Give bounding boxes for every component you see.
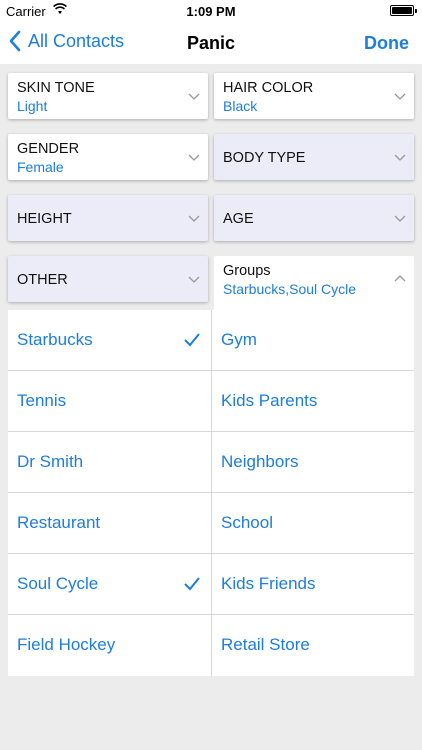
group-item-label: Soul Cycle xyxy=(17,574,99,593)
checkmark-icon xyxy=(184,333,200,347)
chevron-down-icon xyxy=(394,93,406,100)
group-item-gym[interactable]: Gym xyxy=(212,310,414,371)
skin-tone-dropdown[interactable]: SKIN TONE Light xyxy=(8,73,208,119)
chevron-down-icon xyxy=(394,215,406,222)
group-item-label: School xyxy=(221,513,273,532)
group-item-kids-friends[interactable]: Kids Friends xyxy=(212,554,414,615)
groups-dropdown[interactable]: Groups Starbucks,Soul Cycle xyxy=(214,256,414,312)
navigation-bar: All Contacts Panic Done xyxy=(0,22,422,64)
hair-color-dropdown[interactable]: HAIR COLOR Black xyxy=(214,73,414,119)
groups-value: Starbucks,Soul Cycle xyxy=(223,281,357,297)
chevron-down-icon xyxy=(188,276,200,283)
chevron-up-icon xyxy=(394,275,406,282)
group-item-label: Tennis xyxy=(17,391,67,410)
chevron-down-icon xyxy=(188,154,200,161)
height-dropdown[interactable]: HEIGHT xyxy=(8,195,208,241)
group-item-label: Retail Store xyxy=(221,635,310,654)
group-item-label: Restaurant xyxy=(17,513,101,532)
body-type-dropdown[interactable]: BODY TYPE xyxy=(214,134,414,180)
chevron-down-icon xyxy=(394,154,406,161)
hair-color-label: HAIR COLOR xyxy=(223,80,314,96)
group-item-starbucks[interactable]: Starbucks xyxy=(8,310,211,371)
other-label: OTHER xyxy=(17,272,68,288)
skin-tone-value: Light xyxy=(17,98,48,114)
group-item-label: Kids Parents xyxy=(221,391,318,410)
group-item-field-hockey[interactable]: Field Hockey xyxy=(8,615,211,676)
age-label: AGE xyxy=(223,211,254,227)
done-button[interactable]: Done xyxy=(364,33,409,54)
page-title: Panic xyxy=(186,33,236,53)
chevron-down-icon xyxy=(188,93,200,100)
group-item-neighbors[interactable]: Neighbors xyxy=(212,432,414,493)
battery-icon xyxy=(390,5,417,16)
group-item-tennis[interactable]: Tennis xyxy=(8,371,211,432)
chevron-down-icon xyxy=(188,215,200,222)
group-item-label: Field Hockey xyxy=(17,635,116,654)
hair-color-value: Black xyxy=(223,98,258,114)
other-dropdown[interactable]: OTHER xyxy=(8,256,208,302)
group-item-label: Dr Smith xyxy=(17,452,84,471)
group-item-soul-cycle[interactable]: Soul Cycle xyxy=(8,554,211,615)
gender-dropdown[interactable]: GENDER Female xyxy=(8,134,208,180)
status-time: 1:09 PM xyxy=(186,4,236,19)
checkmark-icon xyxy=(184,577,200,591)
group-item-kids-parents[interactable]: Kids Parents xyxy=(212,371,414,432)
gender-label: GENDER xyxy=(17,141,80,157)
group-item-label: Starbucks xyxy=(17,330,93,349)
group-item-restaurant[interactable]: Restaurant xyxy=(8,493,211,554)
group-item-school[interactable]: School xyxy=(212,493,414,554)
groups-list: Starbucks Gym Tennis Kids Parents Dr Smi… xyxy=(8,310,414,676)
group-item-label: Neighbors xyxy=(221,452,299,471)
groups-label: Groups xyxy=(223,263,271,279)
age-dropdown[interactable]: AGE xyxy=(214,195,414,241)
body-type-label: BODY TYPE xyxy=(223,150,306,166)
group-item-label: Kids Friends xyxy=(221,574,316,593)
group-item-dr-smith[interactable]: Dr Smith xyxy=(8,432,211,493)
skin-tone-label: SKIN TONE xyxy=(17,80,95,96)
height-label: HEIGHT xyxy=(17,211,72,227)
group-item-label: Gym xyxy=(221,330,257,349)
group-item-retail-store[interactable]: Retail Store xyxy=(212,615,414,676)
gender-value: Female xyxy=(17,159,64,175)
status-bar: Carrier 1:09 PM xyxy=(0,0,422,22)
